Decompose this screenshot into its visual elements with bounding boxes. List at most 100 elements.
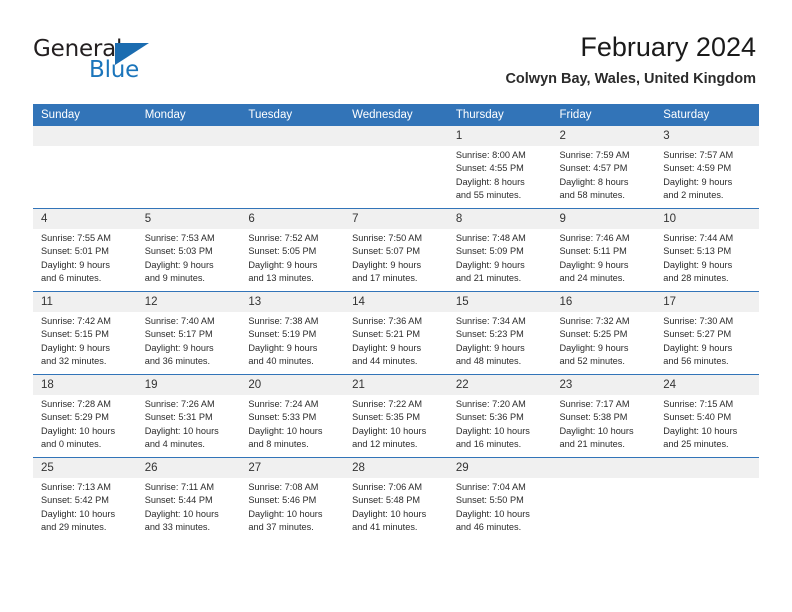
title-block: February 2024 Colwyn Bay, Wales, United … (505, 30, 756, 88)
day-sun-info: Sunrise: 7:04 AM Sunset: 5:50 PM Daylight:… (448, 478, 552, 534)
day-number: 24 (655, 375, 759, 395)
day-number: 6 (240, 209, 345, 229)
daylight-duration-line2: and 9 minutes. (144, 272, 205, 283)
sunrise-time: Sunrise: 7:46 AM (559, 233, 630, 243)
day-cell-content: 15 Sunrise: 7:34 AM Sunset: 5:23 PM Dayligh… (447, 292, 552, 374)
day-cell-content: 28 Sunrise: 7:06 AM Sunset: 5:48 PM Dayligh… (344, 458, 448, 540)
calendar-day-cell[interactable]: 29 Sunrise: 7:04 AM Sunset: 5:50 PM Dayligh… (447, 457, 552, 540)
calendar-day-cell[interactable]: 28 Sunrise: 7:06 AM Sunset: 5:48 PM Dayligh… (344, 457, 448, 540)
day-sun-info: Sunrise: 7:48 AM Sunset: 5:09 PM Daylight:… (448, 229, 552, 285)
calendar-day-cell[interactable]: 2 Sunrise: 7:59 AM Sunset: 4:57 PM Daylight… (551, 126, 656, 209)
day-sun-info: Sunrise: 7:24 AM Sunset: 5:33 PM Daylight:… (240, 395, 344, 451)
daylight-duration-line1: Daylight: 9 hours (41, 259, 110, 270)
weekday-header-saturday: Saturday (655, 104, 759, 126)
calendar-day-cell[interactable]: 27 Sunrise: 7:08 AM Sunset: 5:46 PM Dayligh… (240, 457, 345, 540)
day-cell-content (33, 126, 137, 208)
sunrise-time: Sunrise: 7:11 AM (144, 482, 214, 492)
daylight-duration-line1: Daylight: 10 hours (41, 425, 116, 436)
sunset-time: Sunset: 5:50 PM (455, 495, 524, 506)
day-sun-info: Sunrise: 8:00 AM Sunset: 4:55 PM Daylight:… (448, 146, 552, 202)
day-cell-content: 16 Sunrise: 7:32 AM Sunset: 5:25 PM Dayligh… (551, 292, 656, 374)
day-number: 16 (551, 292, 656, 312)
daylight-duration-line2: and 28 minutes. (663, 272, 729, 283)
daylight-duration-line2: and 58 minutes. (559, 189, 625, 200)
daylight-duration-line1: Daylight: 9 hours (352, 259, 422, 270)
calendar-day-cell[interactable]: 1 Sunrise: 8:00 AM Sunset: 4:55 PM Daylight… (447, 126, 552, 209)
day-number: 12 (136, 292, 241, 312)
calendar-day-cell[interactable]: 6 Sunrise: 7:52 AM Sunset: 5:05 PM Daylight… (240, 208, 345, 292)
calendar-day-cell[interactable]: 24 Sunrise: 7:15 AM Sunset: 5:40 PM Dayligh… (655, 374, 759, 458)
calendar-day-cell[interactable]: 26 Sunrise: 7:11 AM Sunset: 5:44 PM Dayligh… (136, 457, 241, 540)
day-number: 3 (655, 126, 759, 146)
day-number: 26 (136, 458, 241, 478)
calendar-day-cell[interactable]: 18 Sunrise: 7:28 AM Sunset: 5:29 PM Dayligh… (33, 374, 137, 458)
calendar-day-cell[interactable]: 3 Sunrise: 7:57 AM Sunset: 4:59 PM Daylight… (655, 126, 759, 209)
daylight-duration-line1: Daylight: 8 hours (559, 176, 629, 187)
day-cell-content (655, 458, 759, 540)
sunset-time: Sunset: 5:35 PM (352, 412, 421, 423)
calendar-day-cell[interactable]: 17 Sunrise: 7:30 AM Sunset: 5:27 PM Dayligh… (655, 291, 759, 375)
sunset-time: Sunset: 5:15 PM (41, 329, 109, 340)
daylight-duration-line2: and 46 minutes. (455, 521, 522, 532)
calendar-day-cell[interactable]: 14 Sunrise: 7:36 AM Sunset: 5:21 PM Dayligh… (344, 291, 448, 375)
daylight-duration-line1: Daylight: 9 hours (144, 342, 214, 353)
calendar-day-cell[interactable]: 11 Sunrise: 7:42 AM Sunset: 5:15 PM Dayligh… (33, 291, 137, 375)
day-number (136, 126, 241, 146)
day-sun-info: Sunrise: 7:28 AM Sunset: 5:29 PM Daylight:… (33, 395, 137, 451)
day-cell-content (240, 126, 345, 208)
daylight-duration-line1: Daylight: 9 hours (144, 259, 214, 270)
sunrise-time: Sunrise: 7:36 AM (352, 316, 423, 326)
calendar-day-cell[interactable]: 13 Sunrise: 7:38 AM Sunset: 5:19 PM Dayligh… (240, 291, 345, 375)
general-blue-logo[interactable]: General Blue (33, 36, 193, 84)
page-header: General Blue February 2024 Colwyn Bay, W… (0, 0, 792, 100)
daylight-duration-line2: and 24 minutes. (559, 272, 625, 283)
calendar-week-row: 4 Sunrise: 7:55 AM Sunset: 5:01 PM Daylight… (33, 208, 759, 292)
sunrise-time: Sunrise: 7:55 AM (41, 233, 111, 243)
calendar-day-cell[interactable]: 20 Sunrise: 7:24 AM Sunset: 5:33 PM Dayligh… (240, 374, 345, 458)
sunset-time: Sunset: 5:44 PM (144, 495, 213, 506)
daylight-duration-line1: Daylight: 10 hours (352, 425, 427, 436)
day-cell-content: 12 Sunrise: 7:40 AM Sunset: 5:17 PM Dayligh… (136, 292, 241, 374)
calendar-day-cell[interactable]: 16 Sunrise: 7:32 AM Sunset: 5:25 PM Dayligh… (551, 291, 656, 375)
calendar-day-cell[interactable]: 9 Sunrise: 7:46 AM Sunset: 5:11 PM Daylight… (551, 208, 656, 292)
daylight-duration-line1: Daylight: 10 hours (41, 508, 116, 519)
day-sun-info: Sunrise: 7:34 AM Sunset: 5:23 PM Daylight:… (448, 312, 552, 368)
calendar-cell-empty (655, 457, 759, 540)
calendar-body: 1 Sunrise: 8:00 AM Sunset: 4:55 PM Daylight… (33, 126, 759, 540)
sunset-time: Sunset: 5:40 PM (663, 412, 732, 423)
day-sun-info: Sunrise: 7:53 AM Sunset: 5:03 PM Daylight:… (137, 229, 241, 285)
calendar-day-cell[interactable]: 4 Sunrise: 7:55 AM Sunset: 5:01 PM Daylight… (33, 208, 137, 292)
sunrise-time: Sunrise: 7:53 AM (144, 233, 215, 243)
day-number: 7 (344, 209, 448, 229)
calendar-day-cell[interactable]: 10 Sunrise: 7:44 AM Sunset: 5:13 PM Dayligh… (655, 208, 759, 292)
day-cell-content: 11 Sunrise: 7:42 AM Sunset: 5:15 PM Dayligh… (33, 292, 137, 374)
daylight-duration-line1: Daylight: 9 hours (455, 259, 525, 270)
day-cell-content: 29 Sunrise: 7:04 AM Sunset: 5:50 PM Dayligh… (447, 458, 552, 540)
sunset-time: Sunset: 4:55 PM (455, 163, 524, 174)
calendar-day-cell[interactable]: 15 Sunrise: 7:34 AM Sunset: 5:23 PM Dayligh… (447, 291, 552, 375)
calendar-cell-empty (136, 126, 241, 209)
sunset-time: Sunset: 5:33 PM (248, 412, 317, 423)
calendar-day-cell[interactable]: 19 Sunrise: 7:26 AM Sunset: 5:31 PM Dayligh… (136, 374, 241, 458)
calendar-day-cell[interactable]: 25 Sunrise: 7:13 AM Sunset: 5:42 PM Dayligh… (33, 457, 137, 540)
calendar-day-cell[interactable]: 22 Sunrise: 7:20 AM Sunset: 5:36 PM Dayligh… (447, 374, 552, 458)
calendar-day-cell[interactable]: 7 Sunrise: 7:50 AM Sunset: 5:07 PM Daylight… (344, 208, 448, 292)
sunrise-time: Sunrise: 7:42 AM (41, 316, 111, 326)
calendar-day-cell[interactable]: 8 Sunrise: 7:48 AM Sunset: 5:09 PM Daylight… (447, 208, 552, 292)
day-sun-info: Sunrise: 7:50 AM Sunset: 5:07 PM Daylight:… (344, 229, 448, 285)
day-sun-info: Sunrise: 7:15 AM Sunset: 5:40 PM Daylight:… (655, 395, 759, 451)
daylight-duration-line1: Daylight: 10 hours (559, 425, 634, 436)
calendar-day-cell[interactable]: 5 Sunrise: 7:53 AM Sunset: 5:03 PM Daylight… (136, 208, 241, 292)
day-number: 29 (447, 458, 552, 478)
weekday-header-tuesday: Tuesday (240, 104, 345, 126)
day-cell-content: 9 Sunrise: 7:46 AM Sunset: 5:11 PM Daylight… (551, 209, 656, 291)
calendar-day-cell[interactable]: 21 Sunrise: 7:22 AM Sunset: 5:35 PM Dayligh… (344, 374, 448, 458)
daylight-duration-line1: Daylight: 9 hours (663, 342, 733, 353)
calendar-day-cell[interactable]: 12 Sunrise: 7:40 AM Sunset: 5:17 PM Dayligh… (136, 291, 241, 375)
daylight-duration-line1: Daylight: 10 hours (144, 508, 219, 519)
daylight-duration-line1: Daylight: 9 hours (455, 342, 525, 353)
day-cell-content: 19 Sunrise: 7:26 AM Sunset: 5:31 PM Dayligh… (136, 375, 241, 457)
calendar-day-cell[interactable]: 23 Sunrise: 7:17 AM Sunset: 5:38 PM Dayligh… (551, 374, 656, 458)
day-cell-content: 10 Sunrise: 7:44 AM Sunset: 5:13 PM Dayligh… (655, 209, 759, 291)
daylight-duration-line2: and 4 minutes. (144, 438, 205, 449)
